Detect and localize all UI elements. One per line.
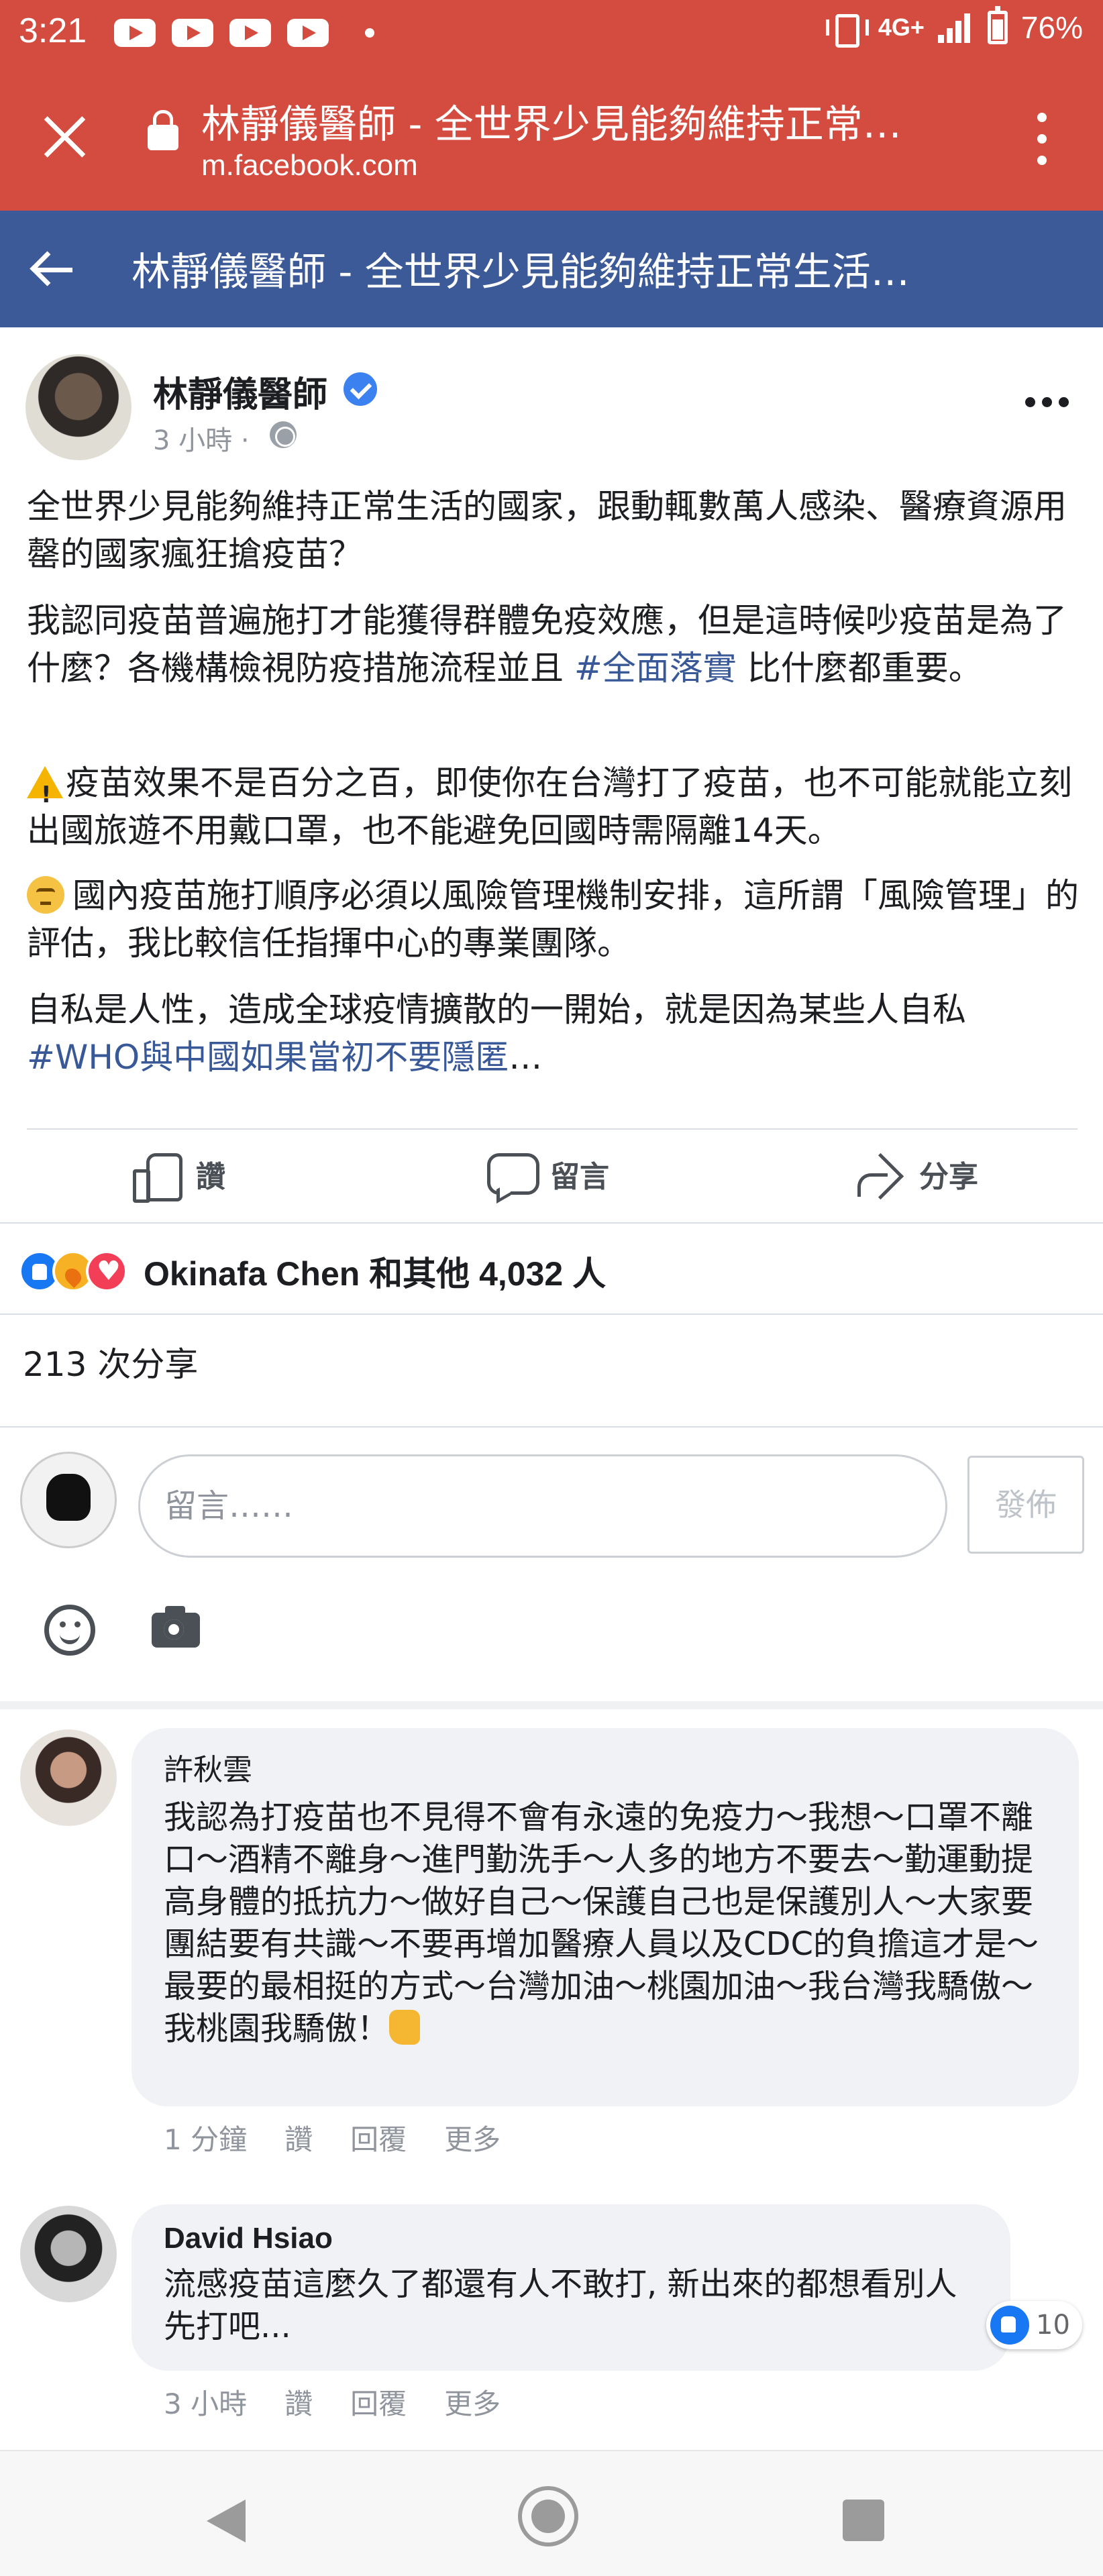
comment-body: 流感疫苗這麼久了都還有人不敢打, 新出來的都想看別人先打吧... [164,2265,957,2345]
battery-level: 76% [1020,10,1083,45]
comment-reply-link[interactable]: 回覆 [350,2381,407,2422]
see-more-ellipsis[interactable]: … [509,1038,542,1077]
emoji-icon[interactable] [44,1605,95,1656]
love-reaction-icon [86,1250,127,1292]
battery-icon [987,6,1008,44]
divider [0,1313,1103,1315]
face-with-rolling-eyes-icon [27,876,64,914]
post-timestamp[interactable]: 3 小時 · [153,419,250,458]
comment-reply-link[interactable]: 回覆 [350,2117,407,2158]
status-time: 3:21 [19,11,87,50]
commenter-avatar[interactable] [20,2206,117,2302]
hashtag-link[interactable]: #全面落實 [574,649,737,688]
comment-more-link[interactable]: 更多 [444,2381,501,2422]
comment-meta: 3 小時 讚 回覆 更多 [164,2381,501,2422]
camera-icon[interactable] [152,1606,200,1648]
comment-like-link[interactable]: 讚 [284,2117,313,2158]
thumbs-up-emoji-icon [389,2010,421,2045]
share-label: 分享 [919,1160,978,1194]
commenter-name[interactable]: 許秋雲 [164,1746,1048,1788]
reactions-summary[interactable]: Okinafa Chen 和其他 4,032 人 [19,1248,606,1295]
comment-reaction-count: 10 [1036,2310,1070,2341]
verified-icon [344,372,377,406]
browser-page-title[interactable]: 林靜儀醫師 - 全世界少見能夠維持正常… [201,93,902,149]
post-paragraph: 疫苗效果不是百分之百，即使你在台灣打了疫苗，也不可能就能立刻出國旅遊不用戴口罩，… [27,759,1080,855]
reactions-text: Okinafa Chen 和其他 4,032 人 [144,1255,607,1293]
facebook-header: 林靜儀醫師 - 全世界少見能夠維持正常生活… [0,211,1103,327]
status-bar: 3:21 4G+ 76% [0,0,1103,66]
like-button[interactable]: 讚 [132,1140,225,1208]
like-reaction-icon [990,2306,1029,2345]
warning-icon [27,766,63,819]
vibrate-icon [825,13,869,48]
youtube-notification-icon [229,19,271,47]
system-navigation-bar [0,2450,1103,2576]
share-count[interactable]: 213 次分享 [23,1338,198,1386]
browser-url[interactable]: m.facebook.com [201,149,418,182]
comment-bubble: 許秋雲 我認為打疫苗也不見得不會有永遠的免疫力～我想～口罩不離口～酒精不離身～進… [132,1728,1079,2106]
globe-icon [270,421,297,448]
my-avatar [20,1452,117,1548]
share-icon [855,1149,904,1199]
comment-reaction-badge[interactable]: 10 [986,2301,1082,2349]
commenter-avatar[interactable] [20,1729,117,1826]
comment-time: 3 小時 [164,2387,248,2420]
share-button[interactable]: 分享 [855,1140,978,1208]
lock-icon [148,110,178,150]
post-comment-button[interactable]: 發佈 [967,1456,1084,1554]
more-vert-icon[interactable] [1033,113,1049,166]
comment-input[interactable]: 留言…… [138,1454,947,1558]
more-notifications-icon [365,28,374,38]
signal-icon [937,12,974,43]
youtube-notification-icon [114,19,156,47]
nav-recents-icon[interactable] [843,2500,884,2541]
author-avatar[interactable] [25,354,132,460]
comment-time: 1 分鐘 [164,2123,248,2156]
comment-text: 我認為打疫苗也不見得不會有永遠的免疫力～我想～口罩不離口～酒精不離身～進門勤洗手… [164,1796,1048,2050]
post-paragraph: 我認同疫苗普遍施打才能獲得群體免疫效應，但是這時候吵疫苗是為了什麼？各機構檢視防… [27,597,1080,692]
browser-toolbar: 林靜儀醫師 - 全世界少見能夠維持正常… m.facebook.com [0,66,1103,211]
page-title: 林靜儀醫師 - 全世界少見能夠維持正常生活… [132,249,910,294]
divider [0,1426,1103,1428]
post-text: 自私是人性，造成全球疫情擴散的一開始，就是因為某些人自私 [27,990,966,1029]
network-type: 4G+ [878,13,925,41]
post-text: 疫苗效果不是百分之百，即使你在台灣打了疫苗，也不可能就能立刻出國旅遊不用戴口罩，… [27,763,1072,850]
nav-back-icon[interactable] [207,2500,246,2542]
post-paragraph: 國內疫苗施打順序必須以風險管理機制安排，這所謂「風險管理」的評估，我比較信任指揮… [27,872,1080,967]
commenter-name[interactable]: David Hsiao [164,2222,980,2255]
post-paragraph: 全世界少見能夠維持正常生活的國家，跟動輒數萬人感染、醫療資源用罄的國家瘋狂搶疫苗… [27,487,1067,574]
youtube-notification-icon [287,19,329,47]
comment-like-link[interactable]: 讚 [284,2381,313,2422]
comment-bubble: David Hsiao 流感疫苗這麼久了都還有人不敢打, 新出來的都想看別人先打… [132,2204,1010,2371]
post-text: 國內疫苗施打順序必須以風險管理機制安排，這所謂「風險管理」的評估，我比較信任指揮… [27,876,1079,963]
comment-body: 我認為打疫苗也不見得不會有永遠的免疫力～我想～口罩不離口～酒精不離身～進門勤洗手… [164,1799,1039,2047]
divider [0,1222,1103,1224]
post-paragraph: 自私是人性，造成全球疫情擴散的一開始，就是因為某些人自私 #WHO與中國如果當初不… [27,986,1080,1081]
nav-home-icon[interactable] [518,2486,578,2546]
post-text: 比什麼都重要。 [747,649,982,688]
close-icon[interactable] [40,113,89,161]
like-label: 讚 [196,1160,225,1194]
youtube-notification-icon [172,19,213,47]
hashtag-link[interactable]: #WHO與中國如果當初不要隱匿 [27,1038,509,1077]
author-name[interactable]: 林靜儀醫師 [153,366,327,417]
comment-more-link[interactable]: 更多 [444,2117,501,2158]
status-right: 4G+ 76% [825,6,1083,48]
comment-button[interactable]: 留言 [486,1140,609,1208]
section-separator [0,1701,1103,1709]
divider [27,1128,1078,1130]
comment-icon [486,1149,539,1199]
more-horiz-icon[interactable] [1025,397,1069,409]
comment-meta: 1 分鐘 讚 回覆 更多 [164,2117,501,2158]
comment-label: 留言 [550,1160,609,1194]
like-icon [132,1149,182,1203]
back-arrow-icon[interactable] [31,248,74,291]
